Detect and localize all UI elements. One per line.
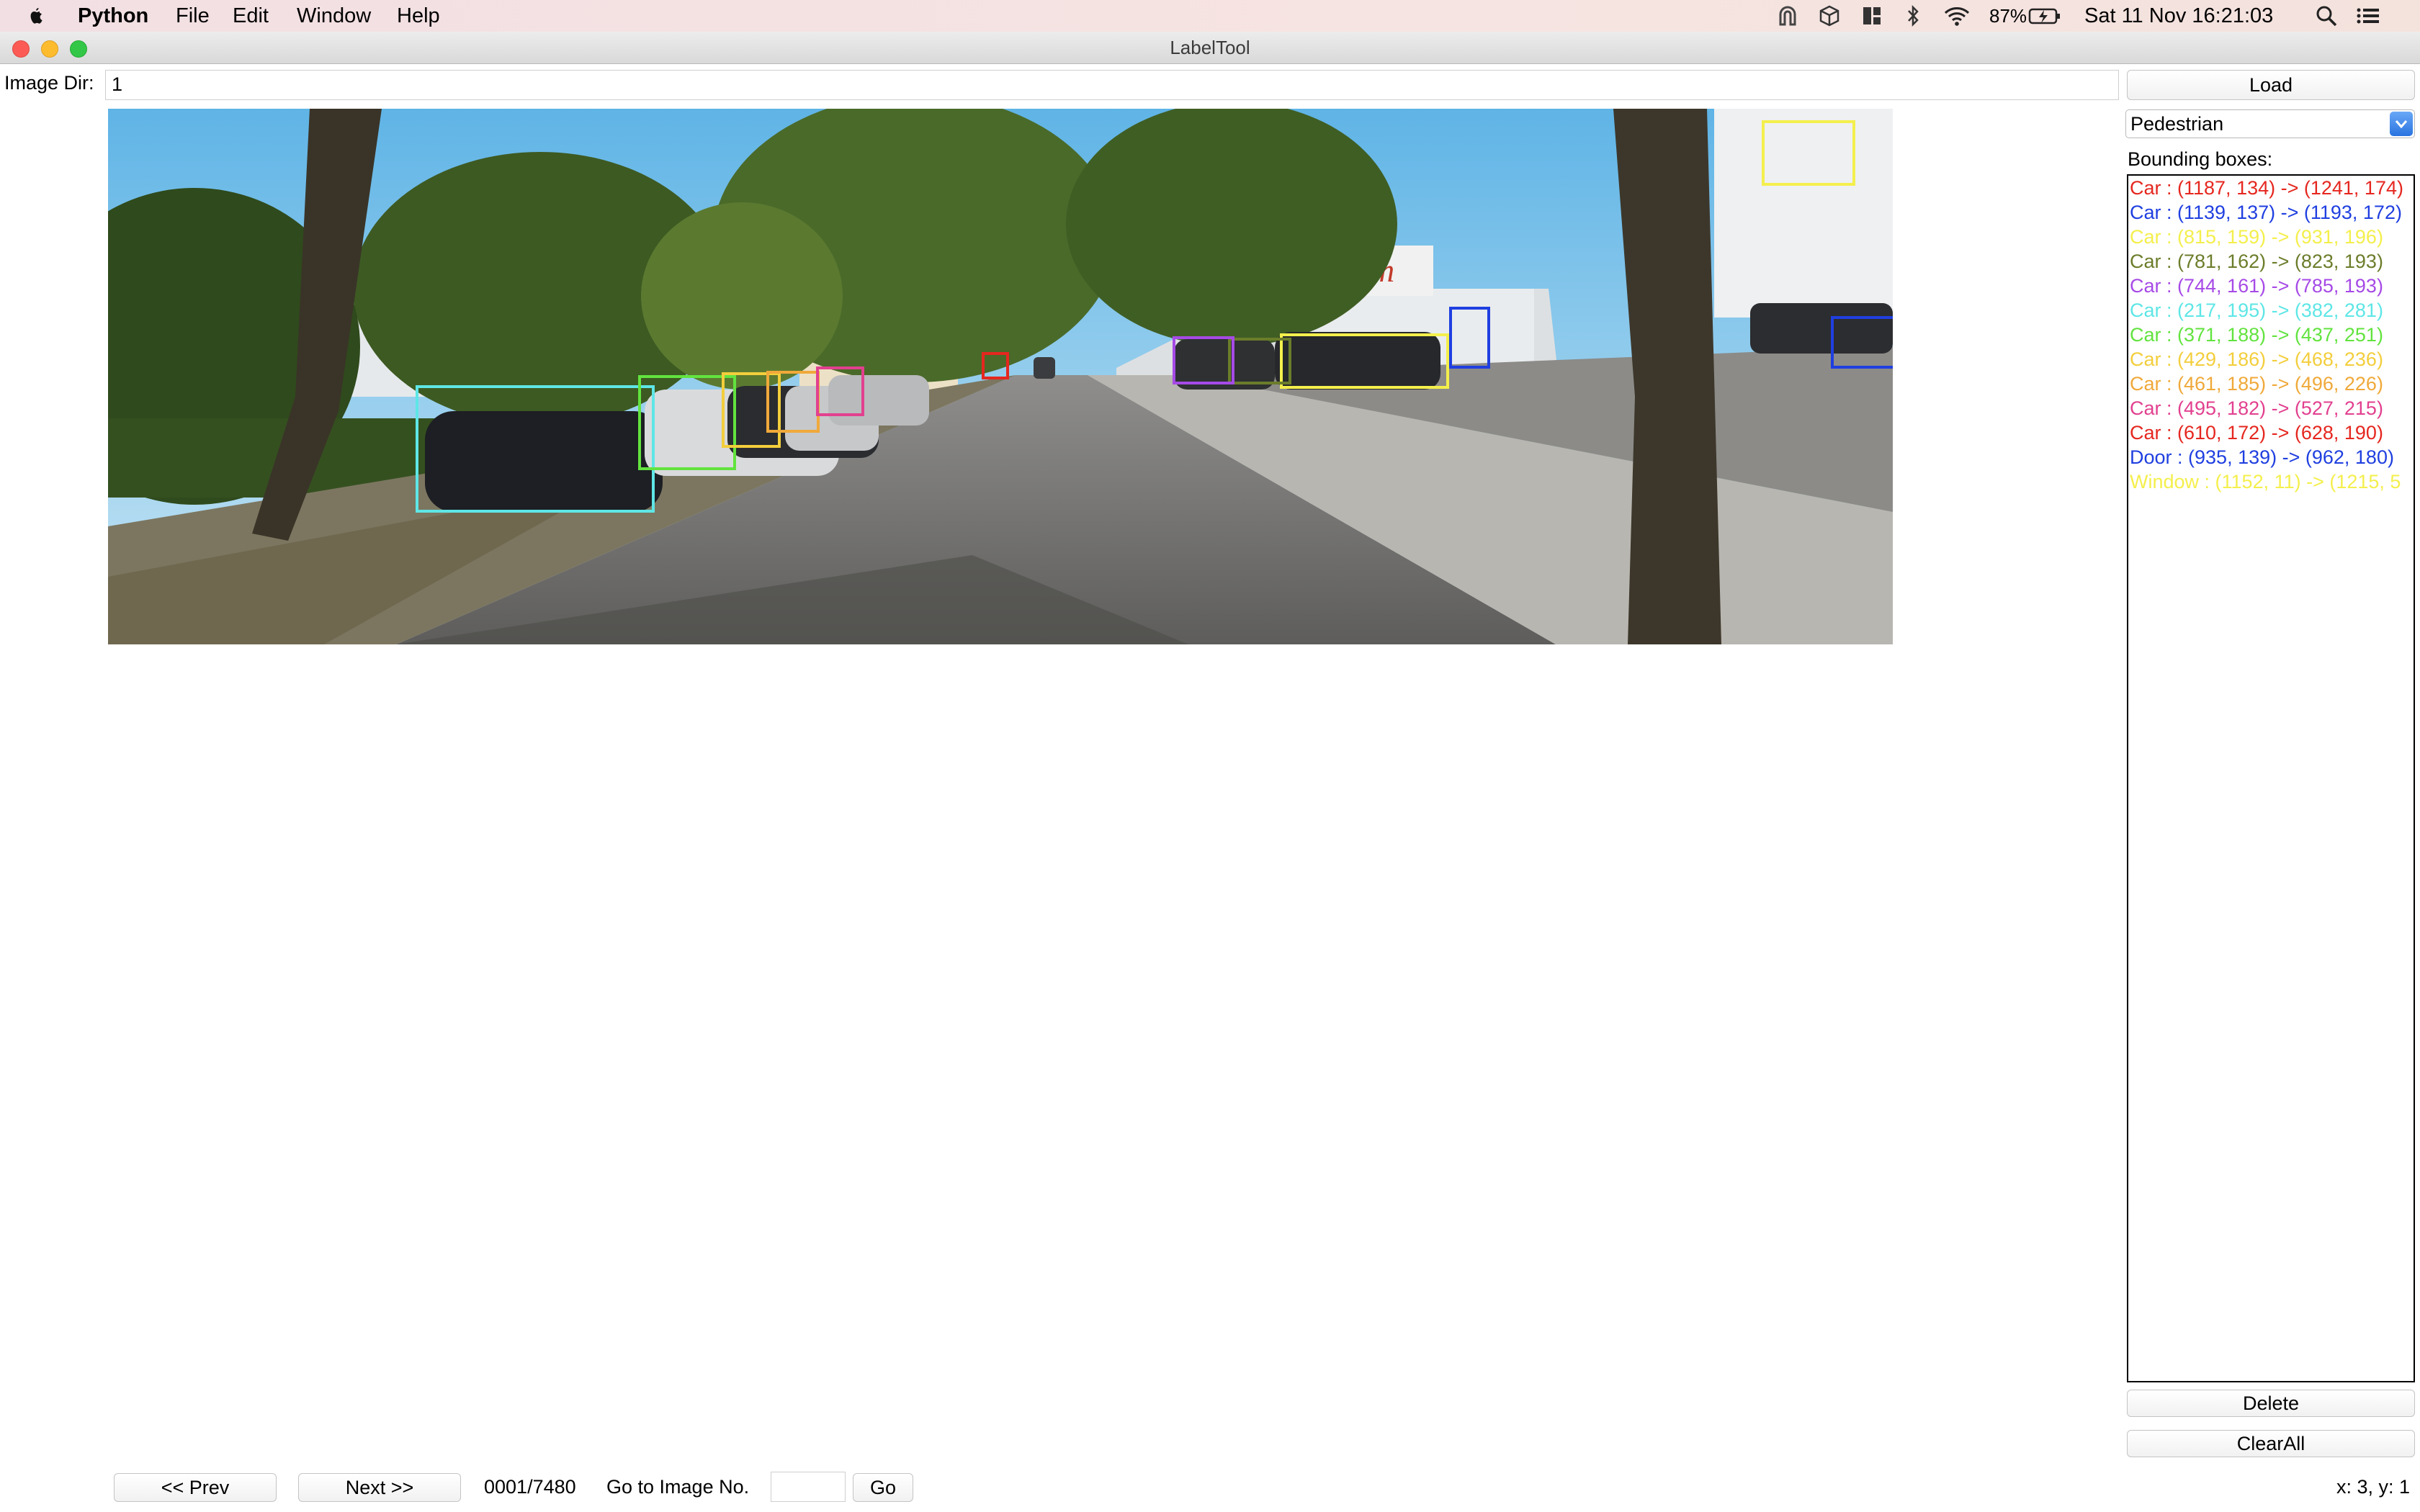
image-progress: 0001/7480 [484,1476,576,1498]
menu-help[interactable]: Help [397,0,440,32]
delete-button[interactable]: Delete [2127,1390,2415,1417]
class-dropdown-value: Pedestrian [2130,113,2224,135]
bbox-list-item[interactable]: Car : (610, 172) -> (628, 190) [2128,420,2414,445]
bbox-list-item[interactable]: Window : (1152, 11) -> (1215, 5 [2128,469,2414,494]
bbox-list-item[interactable]: Car : (461, 185) -> (496, 226) [2128,372,2414,396]
load-button[interactable]: Load [2127,70,2415,100]
close-window-button[interactable] [12,40,30,58]
bbox-car-3[interactable] [1280,333,1449,389]
bbox-list-item[interactable]: Car : (781, 162) -> (823, 193) [2128,249,2414,274]
notification-center-icon[interactable] [2355,4,2381,27]
bbox-car-9[interactable] [766,371,820,433]
class-dropdown[interactable]: Pedestrian [2125,109,2415,138]
battery-percent: 87% [1989,5,2027,27]
bbox-window[interactable] [1762,120,1855,186]
bbox-door[interactable] [1449,307,1490,369]
prev-button[interactable]: << Prev [114,1473,277,1502]
bbox-list-item[interactable]: Car : (429, 186) -> (468, 236) [2128,347,2414,372]
bbox-car-6[interactable] [416,385,655,513]
bbox-list-item[interactable]: Car : (1187, 134) -> (1241, 174) [2128,176,2414,200]
menu-window[interactable]: Window [297,0,371,32]
bluetooth-icon[interactable] [1903,4,1923,27]
next-button[interactable]: Next >> [298,1473,461,1502]
layout-icon[interactable] [1861,4,1883,27]
apple-icon[interactable] [27,0,48,32]
menu-app-name[interactable]: Python [78,0,148,32]
go-button[interactable]: Go [853,1473,913,1502]
bbox-list-item[interactable]: Car : (1139, 137) -> (1193, 172) [2128,200,2414,225]
image-dir-label: Image Dir: [4,72,94,94]
image-canvas[interactable]: dm [108,109,1893,644]
menubar-clock[interactable]: Sat 11 Nov 16:21:03 [2084,0,2273,32]
bbox-car-11[interactable] [982,352,1009,379]
vpn-icon[interactable] [1776,4,1799,27]
battery-charging-icon[interactable] [2028,4,2061,27]
spotlight-search-icon[interactable] [2315,4,2338,27]
minimize-window-button[interactable] [41,40,58,58]
wifi-icon[interactable] [1942,4,1971,27]
window-title-bar: LabelTool [0,32,2420,64]
bbox-list-item[interactable]: Car : (217, 195) -> (382, 281) [2128,298,2414,323]
bbox-list-item[interactable]: Car : (371, 188) -> (437, 251) [2128,323,2414,347]
goto-image-input[interactable] [771,1472,846,1502]
bbox-car-2[interactable] [1831,316,1893,369]
image-dir-input[interactable]: 1 [105,70,2119,100]
bbox-car-10[interactable] [816,366,864,416]
window-title: LabelTool [1170,37,1250,58]
bbox-list-item[interactable]: Car : (815, 159) -> (931, 196) [2128,225,2414,249]
bbox-panel-heading: Bounding boxes: [2128,148,2273,170]
menu-bar: Python File Edit Window Help 87% Sat 11 … [0,0,2420,32]
zoom-window-button[interactable] [70,40,87,58]
bbox-car-5[interactable] [1173,336,1234,384]
goto-image-label: Go to Image No. [606,1476,750,1498]
bbox-car-4[interactable] [1228,338,1291,384]
menu-edit[interactable]: Edit [233,0,269,32]
bbox-list-item[interactable]: Car : (495, 182) -> (527, 215) [2128,396,2414,420]
clearall-button[interactable]: ClearAll [2127,1430,2415,1457]
bbox-list-item[interactable]: Door : (935, 139) -> (962, 180) [2128,445,2414,469]
box-icon[interactable] [1818,4,1841,27]
chevron-down-icon[interactable] [2390,112,2413,136]
menu-file[interactable]: File [176,0,210,32]
cursor-coordinates: x: 3, y: 1 [2336,1476,2411,1498]
bbox-list-item[interactable]: Car : (744, 161) -> (785, 193) [2128,274,2414,298]
bbox-listbox[interactable]: Car : (1187, 134) -> (1241, 174) Car : (… [2127,174,2415,1382]
